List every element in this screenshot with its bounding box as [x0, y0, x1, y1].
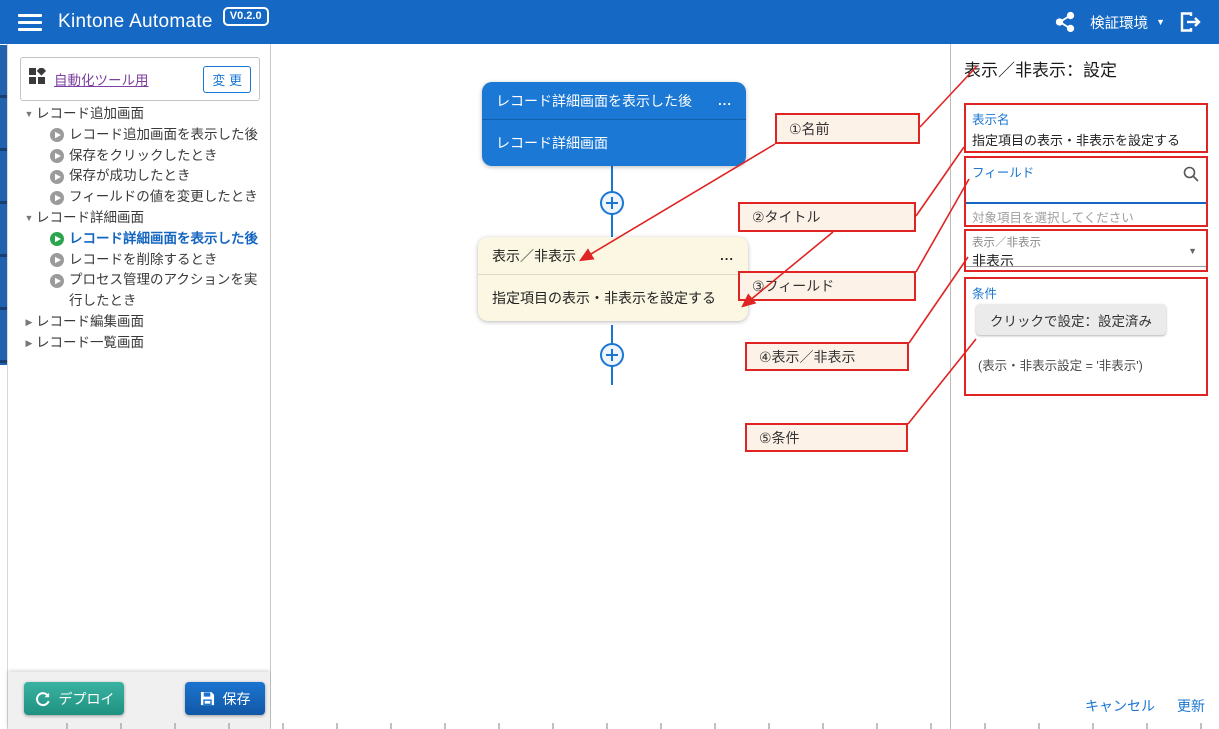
settings-panel: 表示／非表示：設定 表示名 指定項目の表示・非表示を設定する フィールド 対象項… [950, 44, 1219, 729]
display-name-label: 表示名 [966, 105, 1206, 128]
display-name-value: 指定項目の表示・非表示を設定する [966, 128, 1206, 149]
add-node-button[interactable] [600, 343, 624, 367]
left-scroll-indicator[interactable] [0, 45, 7, 365]
condition-set-button[interactable]: クリックで設定：設定済み [976, 304, 1166, 335]
node-menu-button[interactable]: ... [720, 248, 734, 263]
tree-group-record-add[interactable]: ▼ レコード追加画面 [22, 104, 264, 125]
event-icon [50, 149, 64, 163]
hamburger-menu-icon[interactable] [18, 14, 42, 31]
annotation-name: ①名前 [775, 113, 920, 144]
annotation-field: ③フィールド [738, 271, 916, 301]
condition-label: 条件 [966, 279, 1206, 302]
caret-down-icon[interactable]: ▼ [22, 104, 36, 125]
tree-event-item[interactable]: 保存をクリックしたとき [22, 146, 264, 167]
event-icon-selected [50, 232, 64, 246]
condition-section: 条件 クリックで設定：設定済み (表示・非表示設定 = '非表示') [964, 277, 1208, 396]
trigger-node-title: レコード詳細画面を表示した後 [496, 91, 692, 111]
app-card: 自動化ツール用 変 更 [20, 57, 260, 101]
environment-selector[interactable]: 検証環境 ▼ [1090, 12, 1165, 33]
field-select-field[interactable]: フィールド 対象項目を選択してください [964, 156, 1208, 227]
event-icon [50, 128, 64, 142]
flow-canvas[interactable]: レコード詳細画面を表示した後 ... レコード詳細画面 表示／非表示 ... 指… [271, 44, 950, 729]
tree-event-item[interactable]: レコードを削除するとき [22, 250, 264, 271]
tree-group-record-list[interactable]: ▶ レコード一覧画面 [22, 333, 264, 354]
field-label: フィールド [966, 158, 1206, 181]
annotation-visibility: ④表示／非表示 [745, 342, 909, 371]
select-underline [966, 266, 1206, 267]
event-icon [50, 191, 64, 205]
field-placeholder: 対象項目を選択してください [972, 207, 1134, 226]
share-icon[interactable] [1054, 11, 1076, 33]
display-name-field[interactable]: 表示名 指定項目の表示・非表示を設定する [964, 103, 1208, 153]
tree-event-item[interactable]: レコード追加画面を表示した後 [22, 125, 264, 146]
chevron-down-icon: ▼ [1188, 246, 1197, 256]
app-name-link[interactable]: 自動化ツール用 [54, 69, 149, 89]
deploy-button[interactable]: デプロイ [24, 682, 124, 715]
tree-group-record-edit[interactable]: ▶ レコード編集画面 [22, 312, 264, 333]
action-node[interactable]: 表示／非表示 ... 指定項目の表示・非表示を設定する [478, 237, 748, 321]
left-edge-strip [0, 44, 8, 729]
event-icon [50, 253, 64, 267]
update-link[interactable]: 更新 [1177, 696, 1205, 716]
tree-event-item-selected[interactable]: レコード詳細画面を表示した後 [22, 229, 264, 250]
node-menu-button[interactable]: ... [718, 93, 732, 108]
field-search-input[interactable] [966, 182, 1206, 202]
save-button[interactable]: 保存 [185, 682, 265, 715]
cancel-link[interactable]: キャンセル [1085, 696, 1155, 716]
change-app-button[interactable]: 変 更 [203, 66, 251, 93]
visibility-select[interactable]: 表示／非表示 非表示 ▼ [964, 229, 1208, 272]
environment-label: 検証環境 [1090, 12, 1148, 33]
add-node-button[interactable] [600, 191, 624, 215]
panel-title: 表示／非表示：設定 [964, 56, 1117, 81]
condition-summary: (表示・非表示設定 = '非表示') [978, 355, 1143, 374]
visibility-value: 非表示 [966, 250, 1206, 271]
floppy-icon [200, 691, 215, 706]
top-header: Kintone Automate V0.2.0 検証環境 ▼ [0, 0, 1219, 44]
sync-icon [34, 690, 51, 707]
tree-group-record-detail[interactable]: ▼ レコード詳細画面 [22, 208, 264, 229]
sidebar-footer: デプロイ 保存 [8, 672, 270, 729]
trigger-node[interactable]: レコード詳細画面を表示した後 ... レコード詳細画面 [482, 82, 746, 166]
app-title: Kintone Automate [58, 11, 213, 33]
tree-event-item[interactable]: 保存が成功したとき [22, 166, 264, 187]
tree-event-item[interactable]: プロセス管理のアクションを実行したとき [22, 270, 264, 312]
app-icon [29, 68, 46, 90]
event-icon [50, 274, 64, 288]
caret-down-icon[interactable]: ▼ [22, 208, 36, 229]
visibility-label: 表示／非表示 [966, 231, 1206, 250]
sidebar: 自動化ツール用 変 更 ▼ レコード追加画面 レコード追加画面を表示した後 保存… [8, 44, 271, 729]
version-badge: V0.2.0 [223, 7, 269, 26]
event-tree: ▼ レコード追加画面 レコード追加画面を表示した後 保存をクリックしたとき 保存… [22, 104, 264, 354]
action-node-subtitle: 指定項目の表示・非表示を設定する [492, 288, 716, 308]
app-window: Kintone Automate V0.2.0 検証環境 ▼ [0, 0, 1219, 729]
logout-icon[interactable] [1179, 11, 1203, 33]
caret-right-icon[interactable]: ▶ [22, 333, 36, 354]
annotation-condition: ⑤条件 [745, 423, 908, 452]
field-input-underline [966, 202, 1206, 204]
action-node-title: 表示／非表示 [492, 246, 576, 266]
event-icon [50, 170, 64, 184]
tree-event-item[interactable]: フィールドの値を変更したとき [22, 187, 264, 208]
trigger-node-subtitle: レコード詳細画面 [496, 133, 608, 153]
chevron-down-icon: ▼ [1156, 17, 1165, 27]
annotation-title: ②タイトル [738, 202, 916, 232]
caret-right-icon[interactable]: ▶ [22, 312, 36, 333]
